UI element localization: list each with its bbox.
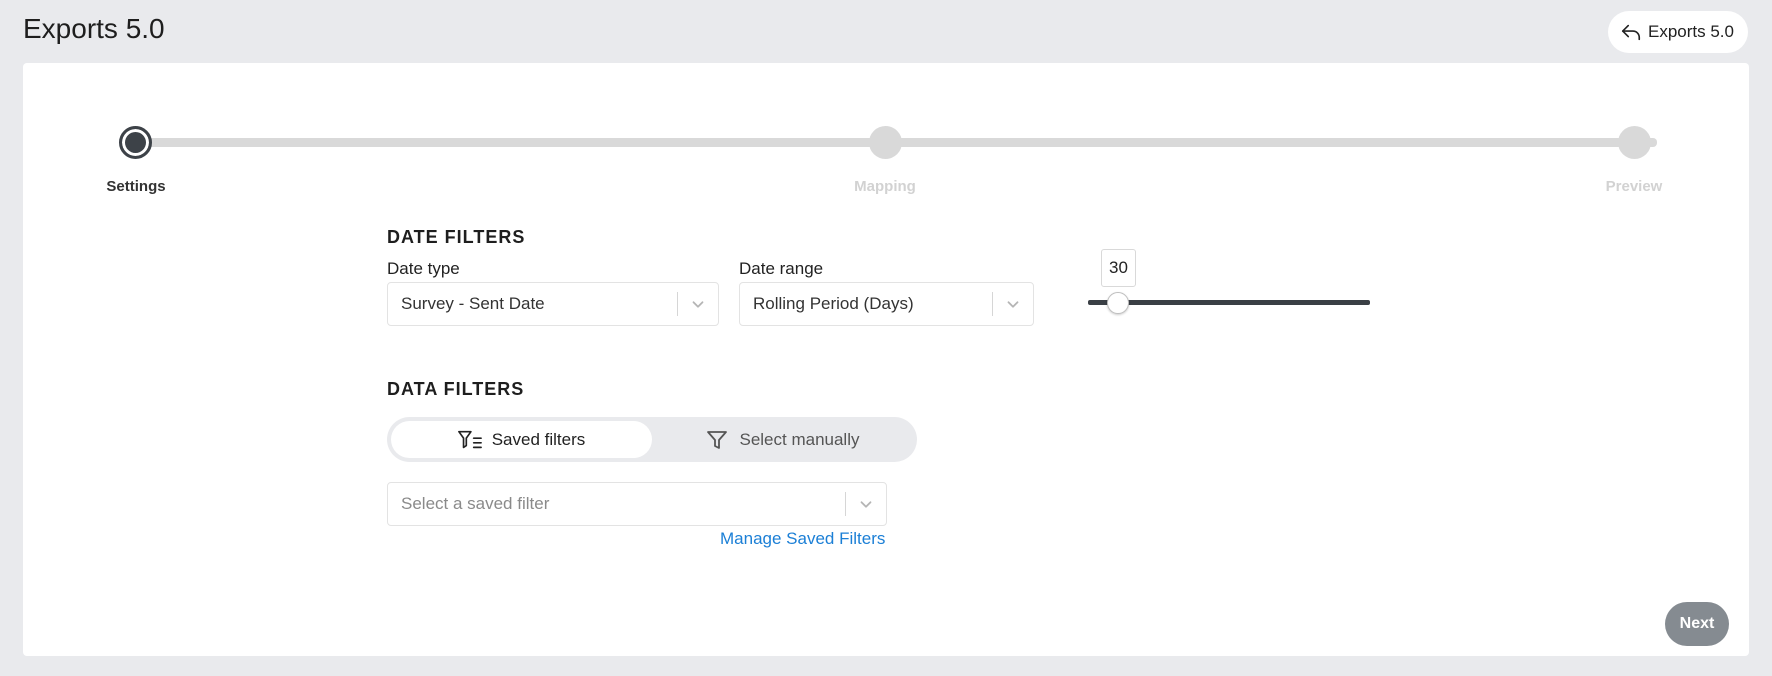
rolling-days-slider-track[interactable] [1088, 300, 1370, 305]
manage-saved-filters-link[interactable]: Manage Saved Filters [720, 529, 885, 549]
saved-filters-tab[interactable]: Saved filters [391, 421, 652, 458]
chevron-down-icon [846, 495, 886, 513]
date-type-value: Survey - Sent Date [401, 294, 545, 313]
step-label-settings: Settings [106, 178, 166, 195]
date-range-label: Date range [739, 259, 824, 278]
filter-mode-toggle: Saved filters Select manually [387, 417, 917, 462]
date-range-select[interactable]: Rolling Period (Days) [739, 282, 1034, 326]
data-filters-title: DATA FILTERS [387, 379, 525, 399]
reply-arrow-icon [1621, 24, 1641, 41]
step-dot-settings[interactable] [119, 126, 152, 159]
date-filters-title: DATE FILTERS [387, 227, 526, 247]
exports-button[interactable]: Exports 5.0 [1608, 11, 1748, 53]
saved-filter-placeholder: Select a saved filter [401, 494, 550, 513]
step-label-preview: Preview [1605, 178, 1663, 195]
step-dot-mapping[interactable] [869, 126, 902, 159]
saved-filter-select[interactable]: Select a saved filter [387, 482, 887, 526]
saved-filters-label: Saved filters [491, 429, 586, 449]
main-card: Settings Mapping Preview DATE FILTERS Da… [23, 63, 1749, 656]
next-button[interactable]: Next [1665, 602, 1729, 646]
chevron-down-icon [678, 295, 718, 313]
step-label-mapping: Mapping [854, 178, 916, 195]
rolling-days-slider-handle[interactable] [1107, 292, 1129, 314]
exports-button-label: Exports 5.0 [1648, 22, 1734, 41]
select-manually-tab[interactable]: Select manually [652, 421, 913, 458]
filter-icon [707, 430, 728, 449]
filter-list-icon [457, 430, 482, 448]
date-type-select[interactable]: Survey - Sent Date [387, 282, 719, 326]
slider-value-label: 30 [1101, 249, 1136, 287]
chevron-down-icon [993, 295, 1033, 313]
page-title: Exports 5.0 [23, 13, 165, 44]
date-type-label: Date type [387, 259, 460, 278]
step-dot-preview[interactable] [1618, 126, 1651, 159]
date-range-value: Rolling Period (Days) [753, 294, 914, 313]
select-manually-label: Select manually [739, 429, 860, 449]
